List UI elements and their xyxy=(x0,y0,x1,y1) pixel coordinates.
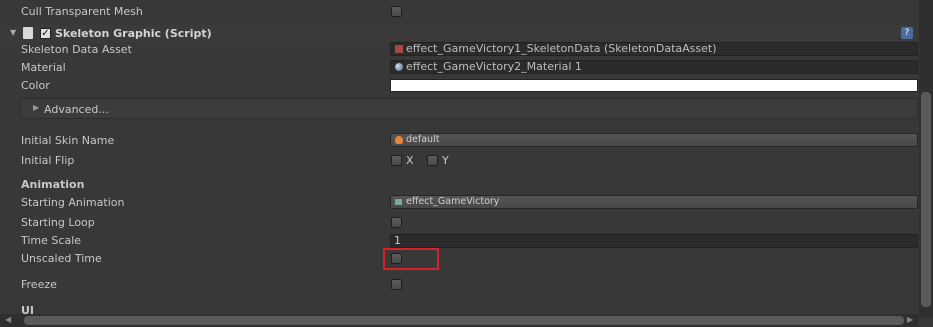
help-icon[interactable]: ? xyxy=(901,27,913,39)
material-value: effect_GameVictory2_Material 1 xyxy=(406,60,582,73)
starting-loop-row: Starting Loop xyxy=(0,214,918,232)
animation-section-header: Animation xyxy=(21,178,85,191)
time-scale-row: Time Scale 1 xyxy=(0,232,918,250)
flip-y-label: Y xyxy=(442,154,449,167)
initial-flip-label: Initial Flip xyxy=(21,154,75,167)
component-enabled-checkbox[interactable]: ✓ xyxy=(40,28,51,39)
cull-transparent-mesh-checkbox[interactable] xyxy=(391,6,402,17)
cull-transparent-mesh-row: Cull Transparent Mesh xyxy=(0,3,918,21)
advanced-foldout[interactable]: ▶ Advanced... xyxy=(20,98,918,119)
skeleton-data-asset-value: effect_GameVictory1_SkeletonData (Skelet… xyxy=(406,42,717,55)
ui-section-row: UI xyxy=(0,302,918,314)
material-field[interactable]: effect_GameVictory2_Material 1 xyxy=(390,60,918,74)
starting-animation-row: Starting Animation effect_GameVictory xyxy=(0,194,918,212)
starting-loop-checkbox[interactable] xyxy=(391,217,402,228)
freeze-label: Freeze xyxy=(21,278,57,291)
foldout-arrow-icon[interactable]: ▼ xyxy=(10,28,16,37)
unscaled-time-label: Unscaled Time xyxy=(21,252,102,265)
initial-skin-name-dropdown[interactable]: default xyxy=(390,133,918,147)
color-swatch[interactable] xyxy=(390,79,918,92)
horizontal-scrollbar[interactable]: ◀ ▶ xyxy=(0,314,919,327)
advanced-label: Advanced... xyxy=(44,103,109,116)
ui-section-header: UI xyxy=(21,304,35,314)
foldout-right-arrow-icon: ▶ xyxy=(33,103,40,112)
material-label: Material xyxy=(21,61,66,74)
vertical-scrollbar[interactable] xyxy=(919,0,933,318)
skin-icon xyxy=(395,136,403,144)
skeleton-data-asset-row: Skeleton Data Asset effect_GameVictory1_… xyxy=(0,41,918,59)
vertical-scrollbar-thumb[interactable] xyxy=(921,92,931,307)
freeze-checkbox[interactable] xyxy=(391,279,402,290)
cull-transparent-mesh-label: Cull Transparent Mesh xyxy=(21,5,143,18)
time-scale-input[interactable]: 1 xyxy=(390,234,918,248)
material-sphere-icon xyxy=(395,63,403,71)
initial-skin-name-label: Initial Skin Name xyxy=(21,134,115,147)
asset-icon xyxy=(395,45,403,53)
starting-loop-label: Starting Loop xyxy=(21,216,95,229)
time-scale-label: Time Scale xyxy=(21,234,82,247)
skeleton-data-asset-label: Skeleton Data Asset xyxy=(21,43,132,56)
skeleton-data-asset-field[interactable]: effect_GameVictory1_SkeletonData (Skelet… xyxy=(390,42,918,56)
initial-flip-row: Initial Flip X Y xyxy=(0,152,918,170)
color-label: Color xyxy=(21,79,50,92)
horizontal-scrollbar-thumb[interactable] xyxy=(24,316,904,325)
color-row: Color xyxy=(0,77,918,95)
scroll-left-arrow-icon[interactable]: ◀ xyxy=(5,315,11,324)
starting-animation-label: Starting Animation xyxy=(21,196,125,209)
freeze-row: Freeze xyxy=(0,276,918,294)
animation-section-row: Animation xyxy=(0,176,918,194)
unscaled-time-row: Unscaled Time xyxy=(0,250,918,268)
flip-x-label: X xyxy=(406,154,414,167)
component-title: Skeleton Graphic (Script) xyxy=(55,27,212,40)
animation-icon xyxy=(395,199,402,205)
scroll-right-arrow-icon[interactable]: ▶ xyxy=(907,315,913,324)
highlight-box xyxy=(383,248,439,270)
flip-x-checkbox[interactable] xyxy=(391,155,402,166)
flip-y-checkbox[interactable] xyxy=(427,155,438,166)
material-row: Material effect_GameVictory2_Material 1 xyxy=(0,59,918,77)
script-icon xyxy=(23,27,33,39)
starting-animation-value: effect_GameVictory xyxy=(406,196,500,207)
initial-skin-name-row: Initial Skin Name default xyxy=(0,132,918,150)
initial-skin-name-value: default xyxy=(406,134,440,145)
starting-animation-dropdown[interactable]: effect_GameVictory xyxy=(390,195,918,209)
time-scale-value: 1 xyxy=(394,234,401,247)
